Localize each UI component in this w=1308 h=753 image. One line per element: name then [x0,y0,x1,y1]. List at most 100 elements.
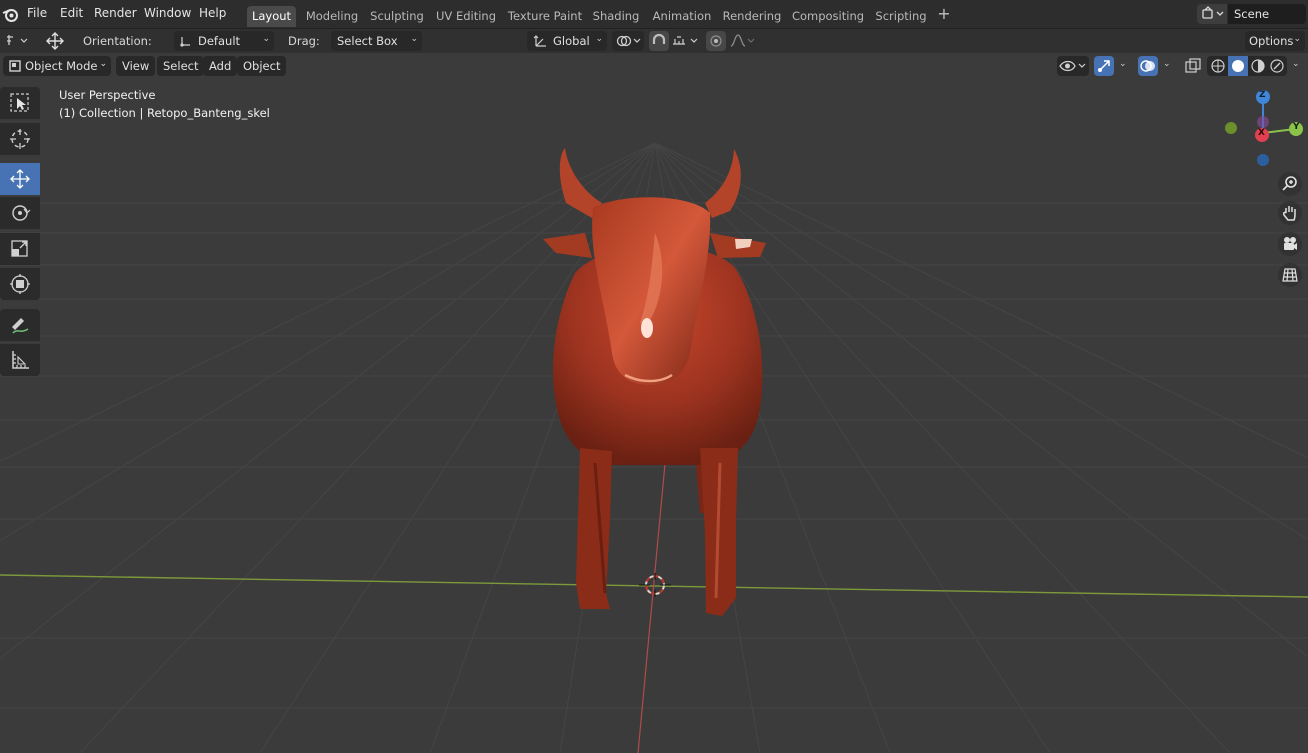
magnet-icon [652,33,666,44]
tool-move[interactable] [0,163,40,195]
proportional-edit-icon [710,35,722,47]
tool-measure[interactable] [0,344,40,376]
chevron-down-icon: ⌄ [410,34,418,44]
menu-window[interactable]: Window [144,6,191,20]
tool-transform[interactable] [0,268,40,300]
tool-cursor[interactable] [0,123,40,155]
select-box-icon [10,93,29,112]
mode-value: Object Mode [25,59,98,73]
gizmo-options-button[interactable]: ⌄ [1115,56,1131,76]
overlays-options-button[interactable]: ⌄ [1159,56,1175,76]
orientation-label: Orientation: [83,34,152,48]
wireframe-shading-icon[interactable] [1210,58,1226,74]
chevron-down-icon: ⌄ [1292,59,1300,69]
tab-compositing[interactable]: Compositing [791,6,865,27]
tab-animation[interactable]: Animation [650,6,714,27]
mode-dropdown[interactable]: Object Mode ⌄ [3,56,111,76]
rendered-shading-icon[interactable] [1269,58,1285,74]
xray-icon [1185,58,1201,73]
snap-toggle-button[interactable] [649,31,669,51]
tab-modeling[interactable]: Modeling [303,6,361,27]
tool-annotate[interactable] [0,309,40,341]
tool-settings-header: Orientation: Default ⌄ Drag: Select Box … [0,29,1308,53]
annotate-icon [12,318,29,334]
tool-select-box[interactable] [0,87,40,119]
viewport-grid [0,53,1308,753]
chevron-down-icon: ⌄ [595,34,603,44]
scene-name-field[interactable]: Scene [1228,4,1306,24]
eye-icon [1059,60,1086,72]
snap-increment-icon [673,36,698,45]
menu-edit[interactable]: Edit [60,6,83,20]
menu-render[interactable]: Render [94,6,137,20]
tab-uv-editing[interactable]: UV Editing [434,6,498,27]
move-icon [10,169,30,189]
ortho-toggle-button[interactable] [1278,263,1302,287]
transform-space-value: Global [553,34,590,48]
menu-view[interactable]: View [116,56,156,76]
tab-scripting[interactable]: Scripting [872,6,930,27]
solid-shading-button[interactable] [1228,56,1248,76]
blender-logo-icon[interactable] [2,6,19,23]
3d-viewport[interactable]: Z Y X User Perspective (1) Collection | … [0,53,1308,753]
scale-icon [11,240,28,257]
viewport-header: Object Mode ⌄ View Select Add Object ⌄ ⌄… [0,53,1308,78]
camera-view-button[interactable] [1278,232,1302,256]
pivot-point-button[interactable] [612,31,644,51]
orientation-value: Default [198,34,241,48]
global-axes-icon [533,35,546,47]
camera-icon [1284,237,1297,250]
zoom-button[interactable] [1278,172,1302,196]
tab-layout[interactable]: Layout [247,6,296,27]
transform-orientation-dropdown[interactable]: Global ⌄ [527,31,607,51]
chevron-down-icon: ⌄ [99,59,107,69]
menu-help[interactable]: Help [199,6,226,20]
tab-rendering[interactable]: Rendering [721,6,783,27]
tab-sculpting[interactable]: Sculpting [368,6,426,27]
overlays-toggle-button[interactable] [1138,56,1158,76]
menu-select[interactable]: Select [157,56,205,76]
shading-mode-group [1207,56,1287,76]
xray-toggle-button[interactable] [1183,56,1203,76]
falloff-button[interactable] [728,31,758,51]
chevron-down-icon: ⌄ [1163,59,1171,69]
snap-target-button[interactable] [670,31,701,51]
menu-object[interactable]: Object [237,56,287,76]
add-workspace-button[interactable]: + [936,5,952,23]
tool-scale[interactable] [0,233,40,265]
proportional-edit-button[interactable] [706,31,726,51]
tool-select-mode-button[interactable] [2,31,32,51]
material-shading-icon[interactable] [1250,58,1266,74]
drag-dropdown[interactable]: Select Box ⌄ [331,31,422,51]
tab-shading[interactable]: Shading [591,6,641,27]
scene-selector-button[interactable] [1197,4,1227,24]
drag-label: Drag: [288,34,320,48]
menu-add[interactable]: Add [203,56,238,76]
x-axis-label: X [1258,128,1265,138]
transform-pivot-button[interactable] [40,31,70,51]
top-menu-bar: File Edit Render Window Help Layout Mode… [0,0,1308,29]
cursor-icon [10,129,30,149]
visibility-button[interactable] [1057,56,1089,76]
y-axis-label: Y [1293,122,1300,132]
options-dropdown[interactable]: Options ⌄ [1245,31,1305,51]
shading-options-button[interactable]: ⌄ [1288,56,1306,76]
menu-file[interactable]: File [27,6,47,20]
pan-button[interactable] [1278,201,1302,225]
pivot-link-icon [616,35,641,47]
collection-label: (1) Collection | Retopo_Banteng_skel [59,106,270,120]
chevron-down-icon: ⌄ [262,34,270,44]
perspective-label: User Perspective [59,88,156,102]
rotate-icon [12,205,31,221]
tool-rotate[interactable] [0,197,40,229]
scene-icon [1202,6,1224,19]
gizmo-toggle-button[interactable] [1094,56,1114,76]
orientation-dropdown[interactable]: Default ⌄ [174,31,274,51]
solid-shading-icon [1232,60,1244,72]
falloff-curve-icon [730,34,755,47]
overlays-icon [1140,60,1155,72]
move-arrows-icon [46,32,64,50]
object-mode-icon [9,60,21,72]
tab-texture-paint[interactable]: Texture Paint [506,6,584,27]
grid-perspective-icon [1282,268,1298,282]
